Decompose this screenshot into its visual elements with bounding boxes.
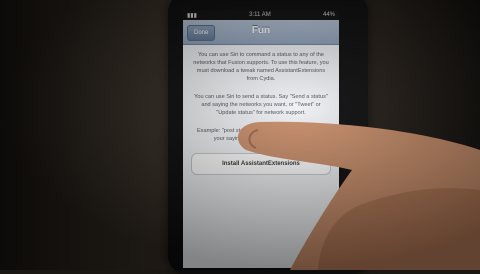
phone-screen: ▮▮▮ 3:11 AM 44% Done Fun You can use Sir… [183, 10, 339, 268]
intro-paragraph: You can use Siri to command a status to … [193, 52, 329, 82]
example-paragraph: Example: "post status to Facebook, Twitt… [196, 128, 326, 142]
battery-level: 44% [322, 12, 335, 18]
content-area: You can use Siri to command a status to … [183, 45, 339, 185]
page-title: Fun [251, 25, 271, 36]
status-bar: ▮▮▮ 3:11 AM 44% [183, 10, 339, 20]
install-button[interactable]: Install AssistantExtensions [191, 153, 331, 175]
signal-icon: ▮▮▮ [187, 12, 197, 19]
status-time: 3:11 AM [249, 12, 271, 18]
usage-paragraph: You can use Siri to send a status. Say "… [194, 94, 328, 116]
navigation-bar: Done Fun [183, 20, 339, 45]
